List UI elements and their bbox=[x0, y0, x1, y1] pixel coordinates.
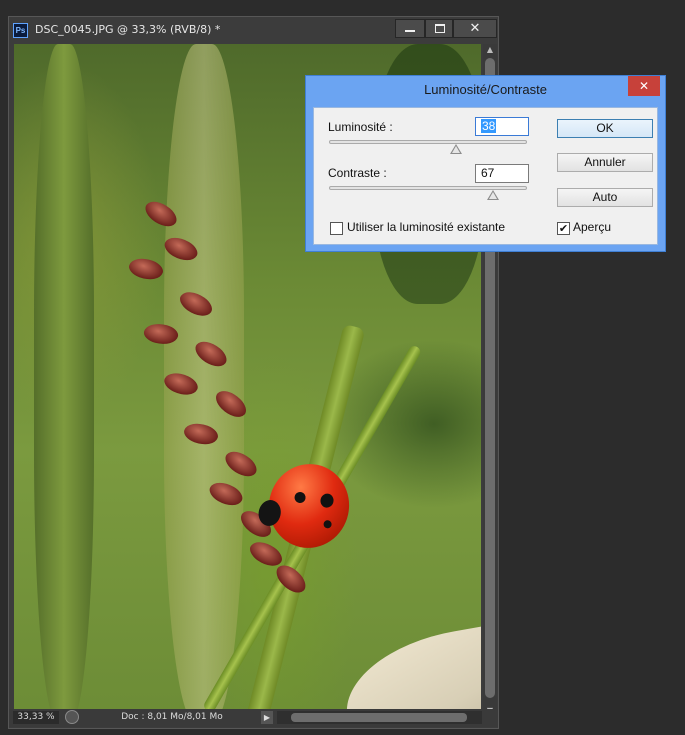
contrast-input[interactable]: 67 bbox=[475, 164, 529, 183]
brightness-slider-track[interactable] bbox=[329, 140, 527, 144]
contrast-slider-handle[interactable] bbox=[487, 190, 500, 200]
brightness-contrast-dialog: Luminosité/Contraste ✕ Luminosité : 38 C… bbox=[305, 75, 666, 252]
close-icon: ✕ bbox=[638, 79, 650, 93]
legacy-label[interactable]: Utiliser la luminosité existante bbox=[347, 220, 505, 234]
ok-button[interactable]: OK bbox=[557, 119, 653, 138]
cancel-button[interactable]: Annuler bbox=[557, 153, 653, 172]
document-title: DSC_0045.JPG @ 33,3% (RVB/8) * bbox=[35, 23, 221, 36]
zoom-level[interactable]: 33,33 % bbox=[13, 711, 59, 724]
brightness-label: Luminosité : bbox=[328, 120, 393, 134]
contrast-label: Contraste : bbox=[328, 166, 387, 180]
brightness-slider-handle[interactable] bbox=[449, 144, 462, 154]
ladybug-spot bbox=[319, 492, 335, 509]
preview-checkbox[interactable]: ✔ bbox=[557, 222, 570, 235]
document-titlebar[interactable]: Ps DSC_0045.JPG @ 33,3% (RVB/8) * ✕ bbox=[9, 17, 498, 43]
preview-label[interactable]: Aperçu bbox=[573, 220, 611, 234]
seed-head bbox=[126, 253, 166, 285]
brightness-value: 38 bbox=[481, 119, 497, 133]
legacy-checkbox[interactable] bbox=[330, 222, 343, 235]
status-menu-arrow-icon[interactable]: ▶ bbox=[261, 711, 273, 724]
auto-button[interactable]: Auto bbox=[557, 188, 653, 207]
ladybug-spot bbox=[293, 490, 307, 504]
photoshop-icon: Ps bbox=[13, 23, 28, 38]
brightness-input[interactable]: 38 bbox=[475, 117, 529, 136]
dialog-title: Luminosité/Contraste bbox=[424, 82, 547, 97]
ladybug-spot bbox=[322, 519, 333, 530]
maximize-button[interactable] bbox=[425, 19, 453, 38]
horizontal-scroll-thumb[interactable] bbox=[291, 713, 467, 722]
horizontal-scrollbar[interactable] bbox=[277, 711, 482, 724]
doc-size-info: Doc : 8,01 Mo/8,01 Mo bbox=[121, 712, 223, 722]
timing-icon[interactable] bbox=[65, 710, 79, 724]
dialog-close-button[interactable]: ✕ bbox=[628, 76, 660, 96]
dry-leaf bbox=[335, 617, 481, 722]
scroll-up-arrow-icon[interactable]: ▲ bbox=[483, 45, 497, 54]
minimize-button[interactable] bbox=[395, 19, 425, 38]
close-icon: ✕ bbox=[469, 21, 481, 36]
status-bar: 33,33 % Doc : 8,01 Mo/8,01 Mo ▶ bbox=[9, 709, 498, 727]
close-button[interactable]: ✕ bbox=[453, 19, 497, 38]
background-blade bbox=[34, 44, 94, 722]
dialog-body: Luminosité : 38 Contraste : 67 Utiliser … bbox=[313, 107, 658, 245]
